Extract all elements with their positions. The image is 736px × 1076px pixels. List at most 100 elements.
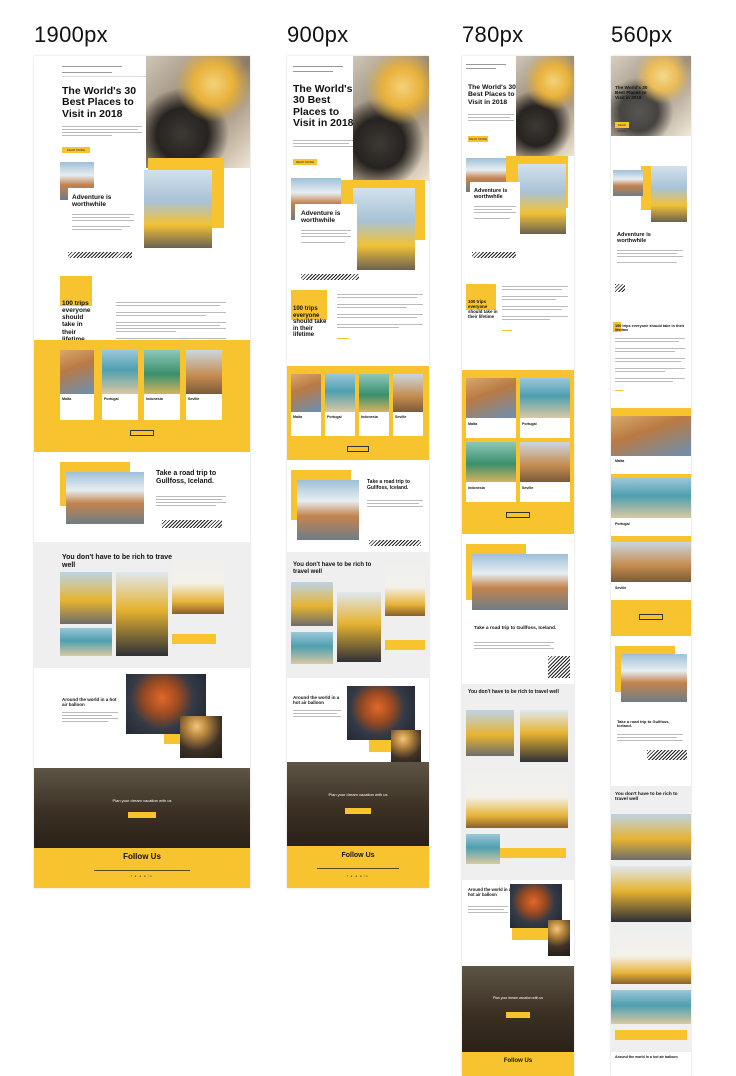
balloon-image-small bbox=[548, 920, 570, 956]
destination-label-malta: Malta bbox=[615, 459, 625, 463]
follow-section: Follow Us bbox=[462, 1052, 574, 1076]
roadtrip-section: Take a road trip to Gullfoss, Iceland. bbox=[462, 534, 574, 684]
adventure-title: Adventure is worthwhile bbox=[72, 194, 112, 209]
email-preview-560: The World's 30 Best Places to Visit in 2… bbox=[611, 56, 691, 1076]
roadtrip-image bbox=[297, 480, 359, 540]
plan-section: Plan your dream vacation with us bbox=[287, 762, 429, 846]
plan-title: Plan your dream vacation with us bbox=[112, 798, 172, 803]
destination-image-malta bbox=[291, 374, 321, 412]
rich-image-house bbox=[466, 766, 568, 828]
rich-image-house bbox=[172, 552, 224, 614]
follow-title: Follow Us bbox=[123, 852, 161, 861]
follow-section: Follow Us f ● ● ● in bbox=[287, 846, 429, 888]
balloon-title: Around the world in a hot air balloon bbox=[615, 1055, 678, 1059]
destination-label-malta: Malta bbox=[62, 397, 72, 401]
hero-section: The World's 30 Best Places to Visit in 2… bbox=[462, 56, 574, 156]
destination-label-seville: Seville bbox=[395, 415, 407, 419]
rich-image-van bbox=[466, 710, 514, 756]
rich-image-van bbox=[60, 572, 112, 624]
destination-label-portugal: Portugal bbox=[104, 397, 119, 401]
balloon-section: Around the world in a hot air balloon bbox=[611, 1052, 691, 1076]
roadtrip-title: Take a road trip to Gullfoss, Iceland. bbox=[367, 479, 410, 491]
plan-button[interactable] bbox=[128, 812, 156, 818]
destination-image-seville bbox=[186, 350, 222, 394]
trips-section: 100 trips everyone should take in their … bbox=[287, 286, 429, 366]
destinations-section: Malta Portugal Seville bbox=[611, 408, 691, 636]
destination-image-malta bbox=[60, 350, 94, 394]
hero-section: The World's 30 Best Places to Visit in 2… bbox=[611, 56, 691, 136]
hero-title: The World's 30 Best Places to Visit in 2… bbox=[293, 83, 354, 129]
plan-button[interactable] bbox=[506, 1012, 530, 1018]
trips-title: 100 trips everyone should take in their … bbox=[62, 300, 91, 343]
rich-title: You don't have to be rich to travel well bbox=[615, 792, 678, 803]
destination-label-portugal: Portugal bbox=[327, 415, 342, 419]
destination-label-malta: Malta bbox=[468, 422, 478, 426]
destination-label-portugal: Portugal bbox=[522, 422, 537, 426]
rich-image-van bbox=[611, 814, 691, 860]
destination-image-seville bbox=[520, 442, 570, 482]
hero-read-more-button[interactable]: READ MORE bbox=[62, 147, 90, 153]
rich-title: You don't have to be rich to travel well bbox=[293, 562, 372, 575]
hero-read-more-button[interactable]: READ MORE bbox=[293, 159, 317, 165]
destination-image-portugal bbox=[102, 350, 138, 394]
destinations-more-button[interactable] bbox=[130, 430, 154, 436]
roadtrip-image bbox=[621, 654, 687, 702]
hero-read-more-button[interactable]: READ MORE bbox=[468, 136, 488, 142]
balloon-title: Around the world in a hot air balloon bbox=[293, 695, 340, 705]
hero-read-more-button[interactable]: READ MORE bbox=[615, 122, 629, 133]
destination-label-indonesia: Indonesia bbox=[146, 397, 163, 401]
plan-title: Plan your dream vacation with us bbox=[328, 792, 388, 797]
destination-label-seville: Seville bbox=[188, 397, 200, 401]
trips-title: 100 trips everyone should take in their … bbox=[615, 324, 685, 333]
email-preview-780: The World's 30 Best Places to Visit in 2… bbox=[462, 56, 574, 1076]
adventure-section: Adventure is worthwhile bbox=[462, 152, 574, 264]
roadtrip-image bbox=[472, 554, 568, 610]
destination-image-seville bbox=[393, 374, 423, 412]
email-preview-900: The World's 30 Best Places to Visit in 2… bbox=[287, 56, 429, 888]
adventure-title: Adventure is worthwhile bbox=[617, 232, 651, 245]
balloon-title: Around the world in a hot air balloon bbox=[468, 887, 512, 897]
trips-title: 100 trips everyone should take in their … bbox=[468, 299, 498, 319]
destinations-more-button[interactable] bbox=[639, 614, 663, 620]
plan-button[interactable] bbox=[345, 808, 371, 814]
destination-image-portugal bbox=[520, 378, 570, 418]
roadtrip-image bbox=[66, 472, 144, 524]
hero-title: The World's 30 Best Places to Visit in 2… bbox=[615, 85, 648, 100]
destination-image-portugal bbox=[611, 478, 691, 518]
rich-image-house bbox=[385, 558, 425, 616]
plan-title: Plan your dream vacation with us bbox=[493, 996, 543, 1000]
adventure-image-girl bbox=[518, 164, 566, 234]
social-icons[interactable]: f ● ● ● in bbox=[287, 874, 429, 878]
destinations-more-button[interactable] bbox=[506, 512, 530, 518]
destination-label-portugal: Portugal bbox=[615, 522, 630, 526]
hero-section: The World's 30 Best Places to Visit in 2… bbox=[34, 56, 250, 168]
adventure-title: Adventure is worthwhile bbox=[474, 188, 508, 201]
destinations-more-button[interactable] bbox=[347, 446, 369, 452]
trips-section: 100 trips everyone should take in their … bbox=[462, 274, 574, 366]
social-icons[interactable]: f ● ● ● in bbox=[34, 874, 250, 878]
breakpoint-label-560: 560px bbox=[611, 22, 673, 47]
hero-section: The World's 30 Best Places to Visit in 2… bbox=[287, 56, 429, 181]
roadtrip-section: Take a road trip to Gullfoss, Iceland. bbox=[287, 460, 429, 552]
destination-image-indonesia bbox=[359, 374, 389, 412]
adventure-image-girl bbox=[651, 166, 687, 222]
trips-title: 100 trips everyone should take in their … bbox=[293, 306, 327, 339]
roadtrip-section: Take a road trip to Gullfoss, Iceland. bbox=[611, 636, 691, 786]
roadtrip-section: Take a road trip to Gullfoss, Iceland. bbox=[34, 452, 250, 542]
follow-title: Follow Us bbox=[341, 852, 375, 859]
adventure-title: Adventure is worthwhile bbox=[301, 210, 341, 225]
email-preview-1900: The World's 30 Best Places to Visit in 2… bbox=[34, 56, 250, 888]
rich-image-van bbox=[291, 582, 333, 626]
rich-section: You don't have to be rich to travel well bbox=[611, 786, 691, 1052]
breakpoint-label-780: 780px bbox=[462, 22, 524, 47]
hero-image bbox=[146, 56, 250, 168]
adventure-image-small bbox=[613, 170, 643, 196]
destination-image-malta bbox=[611, 416, 691, 456]
rich-image-man bbox=[611, 866, 691, 922]
plan-section: Plan your dream vacation with us bbox=[34, 768, 250, 848]
plan-section: Plan your dream vacation with us bbox=[462, 966, 574, 1052]
destination-label-malta: Malta bbox=[293, 415, 303, 419]
adventure-image-girl bbox=[353, 188, 415, 270]
rich-title: You don't have to be rich to travel well bbox=[468, 689, 559, 695]
adventure-section: Adventure is worthwhile bbox=[287, 174, 429, 286]
